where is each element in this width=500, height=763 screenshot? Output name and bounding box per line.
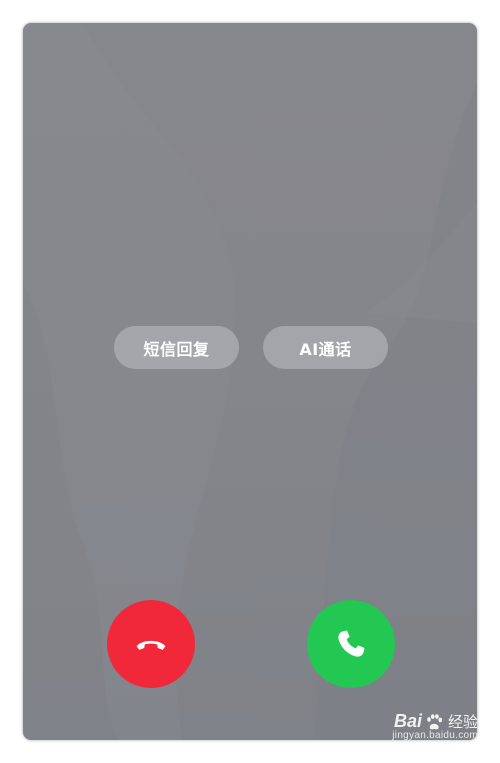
phone-hangup-icon [136, 640, 166, 650]
baidu-jingyan-watermark: Bai 经验 jingyan.baidu.com [392, 711, 478, 741]
watermark-url: jingyan.baidu.com [392, 730, 478, 741]
watermark-name: 经验 [447, 714, 478, 731]
sms-reply-button[interactable]: 短信回复 [114, 326, 239, 369]
phone-answer-icon [338, 630, 365, 657]
ai-call-label: AI通话 [299, 339, 352, 359]
sms-reply-label: 短信回复 [143, 339, 210, 359]
decline-call-button[interactable] [107, 600, 195, 688]
incoming-call-screen: 短信回复 AI通话 [23, 23, 477, 740]
baidu-paw-icon [427, 713, 443, 729]
screenshot-frame: 短信回复 AI通话 Bai 经验 jingyan.baidu.com [0, 0, 500, 763]
wallpaper-waves [23, 23, 477, 740]
accept-call-button[interactable] [307, 600, 395, 688]
ai-call-button[interactable]: AI通话 [263, 326, 388, 369]
watermark-brand: Bai [393, 711, 422, 731]
